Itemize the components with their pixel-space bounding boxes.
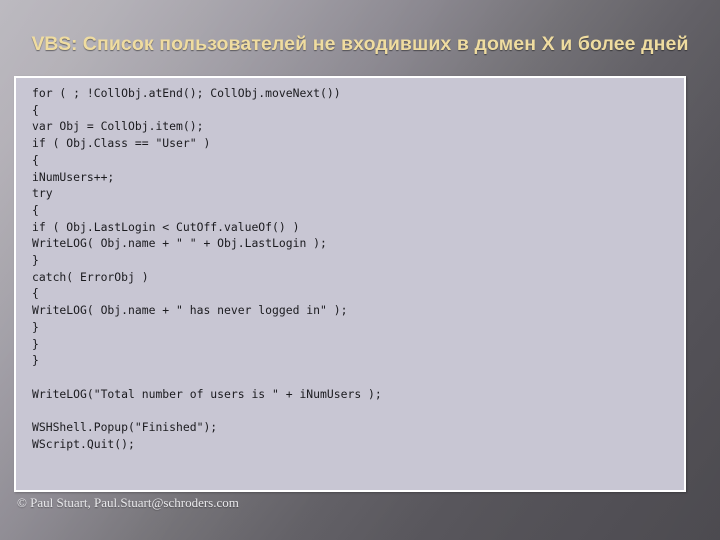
title-text: Список пользователей не входивших в доме…	[77, 33, 689, 56]
code-panel: for ( ; !CollObj.atEnd(); CollObj.moveNe…	[14, 76, 686, 492]
slide-canvas: VBS: Список пользователей не входивших в…	[0, 0, 720, 540]
title-prefix: VBS:	[31, 33, 78, 56]
code-block: for ( ; !CollObj.atEnd(); CollObj.moveNe…	[32, 86, 382, 451]
footer-credit: © Paul Stuart, Paul.Stuart@schroders.com	[17, 495, 239, 510]
page-title: VBS: Список пользователей не входивших в…	[28, 31, 692, 58]
